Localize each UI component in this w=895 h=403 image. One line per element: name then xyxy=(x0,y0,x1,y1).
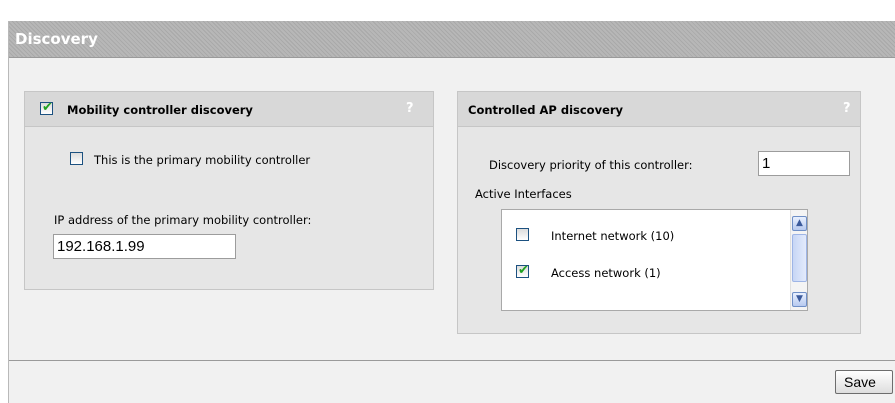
mobility-panel-heading: Mobility controller discovery xyxy=(67,103,253,117)
discovery-page: Discovery ✔ Mobility controller discover… xyxy=(8,21,895,403)
chevron-down-icon[interactable]: ▼ xyxy=(792,292,807,307)
controlled-ap-panel: Controlled AP discovery ? Discovery prio… xyxy=(457,91,861,334)
list-item[interactable]: ✔ Access network (1) xyxy=(502,256,791,296)
check-icon: ✔ xyxy=(42,100,53,115)
save-button[interactable]: Save xyxy=(835,370,893,394)
chevron-up-icon[interactable]: ▲ xyxy=(792,216,807,231)
primary-controller-checkbox[interactable] xyxy=(70,152,83,165)
title-bar: Discovery xyxy=(9,21,895,58)
footer-divider xyxy=(9,360,895,361)
discovery-priority-input[interactable] xyxy=(758,151,850,176)
scroll-thumb[interactable] xyxy=(792,234,807,282)
help-icon[interactable]: ? xyxy=(406,101,414,116)
active-interfaces-list[interactable]: Internet network (10) ✔ Access network (… xyxy=(501,209,808,311)
page-title: Discovery xyxy=(15,30,98,48)
ip-address-label: IP address of the primary mobility contr… xyxy=(54,213,312,227)
primary-controller-label: This is the primary mobility controller xyxy=(94,153,311,167)
help-icon[interactable]: ? xyxy=(843,101,851,116)
mobility-controller-panel: ✔ Mobility controller discovery ? This i… xyxy=(24,91,434,290)
interface-label: Internet network (10) xyxy=(551,229,675,243)
interface-label: Access network (1) xyxy=(551,266,661,280)
ap-panel-header: Controlled AP discovery ? xyxy=(458,92,860,127)
discovery-priority-label: Discovery priority of this controller: xyxy=(489,158,693,172)
access-network-checkbox[interactable]: ✔ xyxy=(516,263,529,278)
internet-network-checkbox[interactable] xyxy=(516,228,529,241)
mobility-panel-header: ✔ Mobility controller discovery ? xyxy=(25,92,433,127)
check-icon: ✔ xyxy=(518,263,529,278)
list-scrollbar[interactable]: ▲ ▼ xyxy=(790,210,807,310)
active-interfaces-label: Active Interfaces xyxy=(475,187,572,201)
list-item[interactable]: Internet network (10) xyxy=(502,210,791,256)
ap-panel-heading: Controlled AP discovery xyxy=(468,103,624,117)
ip-address-input[interactable] xyxy=(53,234,236,259)
mobility-discovery-checkbox[interactable]: ✔ xyxy=(40,100,53,115)
